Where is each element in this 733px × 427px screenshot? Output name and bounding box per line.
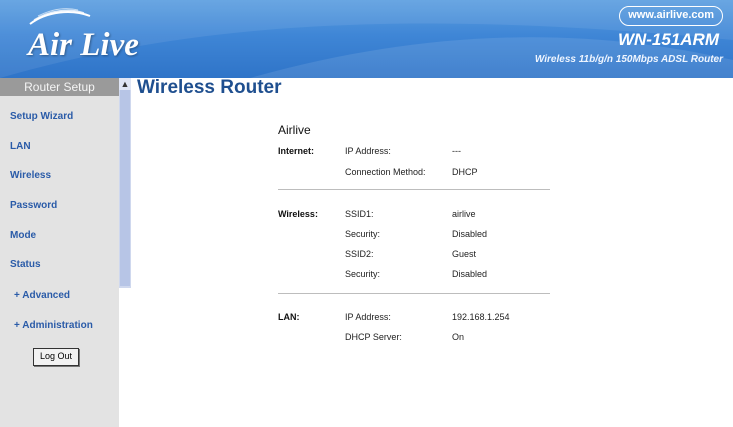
lan-section-label: LAN:	[278, 312, 300, 322]
internet-section-label: Internet:	[278, 146, 314, 156]
scroll-up-arrow-icon[interactable]: ▲	[119, 78, 131, 90]
dhcp-server-label: DHCP Server:	[345, 332, 402, 342]
sidebar-title: Router Setup	[0, 78, 119, 96]
security2-value: Disabled	[452, 269, 488, 279]
sidebar-item-password[interactable]: Password	[10, 200, 57, 211]
sidebar-item-setup-wizard[interactable]: Setup Wizard	[10, 111, 73, 122]
security1-value: Disabled	[452, 229, 488, 239]
sidebar-item-mode[interactable]: Mode	[10, 230, 36, 241]
ssid2-label: SSID2:	[345, 249, 374, 259]
connection-method-value: DHCP	[452, 167, 478, 177]
scrollbar-thumb[interactable]	[120, 90, 130, 286]
section-divider	[278, 189, 550, 190]
sidebar: Router Setup Setup Wizard LAN Wireless P…	[0, 78, 119, 427]
logout-button[interactable]: Log Out	[33, 348, 79, 366]
internet-ip-label: IP Address:	[345, 146, 391, 156]
lan-ip-value: 192.168.1.254	[452, 312, 510, 322]
logo-text: Air Live	[28, 27, 139, 63]
sidebar-item-wireless[interactable]: Wireless	[10, 170, 51, 181]
security2-label: Security:	[345, 269, 381, 279]
internet-ip-value: ---	[452, 146, 461, 156]
wireless-section-label: Wireless:	[278, 209, 318, 219]
product-tagline: Wireless 11b/g/n 150Mbps ADSL Router	[534, 54, 723, 65]
sidebar-item-status[interactable]: Status	[10, 259, 41, 270]
security1-label: Security:	[345, 229, 381, 239]
device-name: Airlive	[278, 123, 311, 137]
ssid1-label: SSID1:	[345, 209, 374, 219]
lan-ip-label: IP Address:	[345, 312, 391, 322]
sidebar-scrollbar[interactable]: ▲	[119, 78, 131, 288]
connection-method-label: Connection Method:	[345, 167, 426, 177]
section-divider	[278, 293, 550, 294]
sidebar-item-administration[interactable]: + Administration	[14, 320, 93, 331]
ssid2-value: Guest	[452, 249, 477, 259]
page-title: Wireless Router	[137, 77, 282, 98]
dhcp-server-value: On	[452, 332, 465, 342]
header-banner: Air Live www.airlive.com WN-151ARM Wirel…	[0, 0, 733, 78]
website-url-badge[interactable]: www.airlive.com	[619, 6, 723, 26]
sidebar-item-advanced[interactable]: + Advanced	[14, 290, 70, 301]
sidebar-item-lan[interactable]: LAN	[10, 141, 31, 152]
ssid1-value: airlive	[452, 209, 476, 219]
model-name: WN-151ARM	[617, 30, 719, 49]
